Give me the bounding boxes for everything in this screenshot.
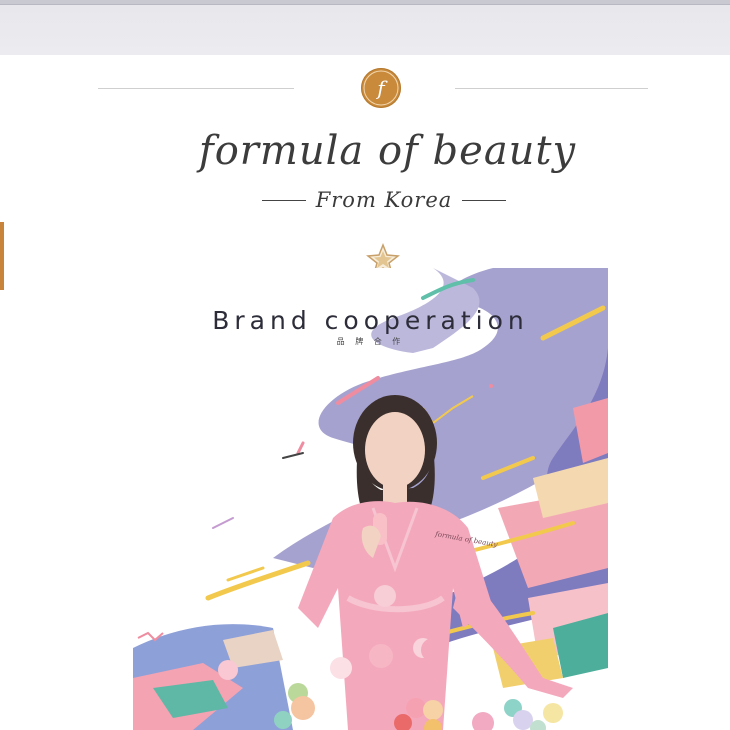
side-accent-bar bbox=[0, 222, 4, 290]
brand-logo-icon: f bbox=[361, 68, 401, 108]
logo-letter: f bbox=[375, 76, 388, 100]
divider-right bbox=[455, 88, 648, 89]
subtitle-text: From Korea bbox=[315, 188, 453, 212]
subtitle-row: From Korea bbox=[0, 188, 730, 212]
poster-heading-chinese: 品 牌 合 作 bbox=[336, 337, 405, 346]
page-title: formula of beauty bbox=[198, 128, 577, 174]
brand-cooperation-poster: formula of beauty Brand cooperation 品 牌 … bbox=[133, 268, 608, 730]
top-banner-strip bbox=[0, 0, 730, 55]
divider-left bbox=[98, 88, 294, 89]
poster-heading: Brand cooperation bbox=[212, 306, 529, 335]
subtitle-dash-left bbox=[261, 199, 306, 201]
subtitle-dash-right bbox=[462, 199, 507, 201]
